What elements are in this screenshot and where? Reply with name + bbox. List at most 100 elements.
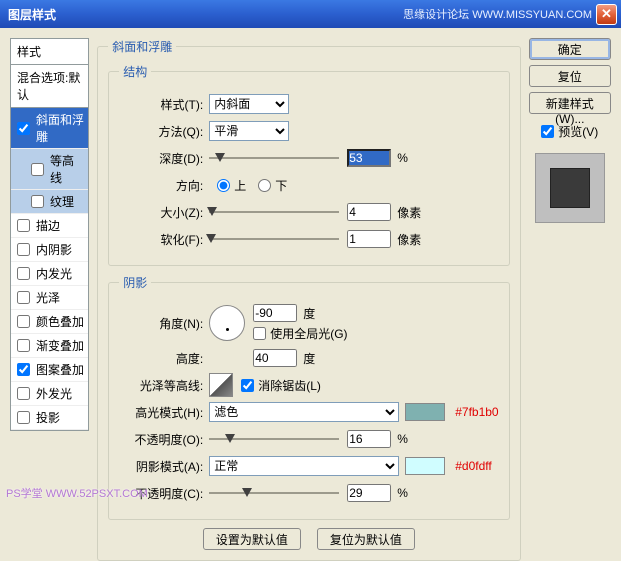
- technique-label: 方法(Q):: [119, 123, 209, 140]
- shadow-mode-select[interactable]: 正常: [209, 456, 399, 476]
- style-item-9[interactable]: 图案叠加: [11, 358, 88, 382]
- size-slider[interactable]: [209, 204, 339, 220]
- style-item-checkbox[interactable]: [31, 163, 44, 176]
- blend-options[interactable]: 混合选项:默认: [10, 65, 89, 108]
- sidebar-header: 样式: [10, 38, 89, 65]
- style-item-checkbox[interactable]: [31, 195, 44, 208]
- depth-slider[interactable]: [209, 150, 339, 166]
- shadow-color-swatch[interactable]: [405, 457, 445, 475]
- antialias-label: 消除锯齿(L): [258, 377, 321, 394]
- style-item-checkbox[interactable]: [17, 243, 30, 256]
- style-item-10[interactable]: 外发光: [11, 382, 88, 406]
- highlight-opacity-input[interactable]: [347, 430, 391, 448]
- style-item-label: 描边: [36, 217, 60, 234]
- bevel-emboss-group: 斜面和浮雕 结构 样式(T): 内斜面 方法(Q): 平滑 深度(D): %: [97, 38, 520, 561]
- style-item-checkbox[interactable]: [17, 267, 30, 280]
- style-item-label: 斜面和浮雕: [36, 111, 84, 145]
- highlight-opacity-label: 不透明度(O):: [119, 431, 209, 448]
- style-item-11[interactable]: 投影: [11, 406, 88, 430]
- highlight-hex: #7fb1b0: [455, 405, 498, 419]
- style-item-2[interactable]: 纹理: [11, 190, 88, 214]
- size-unit: 像素: [397, 204, 421, 221]
- highlight-opacity-slider[interactable]: [209, 431, 339, 447]
- style-item-label: 内发光: [36, 265, 72, 282]
- shadow-mode-label: 阴影模式(A):: [119, 458, 209, 475]
- angle-label: 角度(N):: [119, 315, 209, 332]
- preview-checkbox[interactable]: [541, 125, 554, 138]
- style-item-label: 渐变叠加: [36, 337, 84, 354]
- structure-legend: 结构: [119, 63, 151, 80]
- style-item-6[interactable]: 光泽: [11, 286, 88, 310]
- window-title: 图层样式: [8, 6, 56, 23]
- highlight-mode-select[interactable]: 滤色: [209, 402, 399, 422]
- style-item-label: 等高线: [50, 152, 84, 186]
- shading-legend: 阴影: [119, 274, 151, 291]
- shadow-opacity-slider[interactable]: [209, 485, 339, 501]
- group-title: 斜面和浮雕: [108, 38, 176, 55]
- preview-label: 预览(V): [558, 123, 598, 140]
- soften-label: 软化(F):: [119, 231, 209, 248]
- style-item-checkbox[interactable]: [17, 219, 30, 232]
- style-item-3[interactable]: 描边: [11, 214, 88, 238]
- direction-down-radio[interactable]: [258, 179, 271, 192]
- titlebar-credit: 思缘设计论坛 WWW.MISSYUAN.COM: [403, 6, 592, 22]
- angle-input[interactable]: [253, 304, 297, 322]
- depth-label: 深度(D):: [119, 150, 209, 167]
- preview-thumbnail: [535, 153, 605, 223]
- style-item-label: 外发光: [36, 385, 72, 402]
- style-select[interactable]: 内斜面: [209, 94, 289, 114]
- styles-sidebar: 样式 混合选项:默认 斜面和浮雕等高线纹理描边内阴影内发光光泽颜色叠加渐变叠加图…: [10, 38, 89, 499]
- style-item-1[interactable]: 等高线: [11, 149, 88, 190]
- highlight-color-swatch[interactable]: [405, 403, 445, 421]
- shading-group: 阴影 角度(N): 度 使用全局光(G): [108, 274, 509, 520]
- style-item-checkbox[interactable]: [17, 315, 30, 328]
- gloss-contour-label: 光泽等高线:: [119, 377, 209, 394]
- cancel-button[interactable]: 复位: [529, 65, 611, 87]
- altitude-label: 高度:: [119, 350, 209, 367]
- size-input[interactable]: [347, 203, 391, 221]
- style-item-label: 投影: [36, 409, 60, 426]
- highlight-mode-label: 高光模式(H):: [119, 404, 209, 421]
- global-light-label: 使用全局光(G): [270, 325, 347, 342]
- shadow-hex: #d0fdff: [455, 459, 491, 473]
- style-item-label: 纹理: [50, 193, 74, 210]
- structure-group: 结构 样式(T): 内斜面 方法(Q): 平滑 深度(D): % 方向:: [108, 63, 509, 266]
- size-label: 大小(Z):: [119, 204, 209, 221]
- style-item-checkbox[interactable]: [17, 411, 30, 424]
- soften-slider[interactable]: [209, 231, 339, 247]
- depth-input[interactable]: [347, 149, 391, 167]
- depth-unit: %: [397, 151, 408, 165]
- style-item-checkbox[interactable]: [17, 363, 30, 376]
- angle-wheel[interactable]: [209, 305, 245, 341]
- style-item-checkbox[interactable]: [17, 291, 30, 304]
- reset-default-button[interactable]: 复位为默认值: [317, 528, 415, 550]
- soften-input[interactable]: [347, 230, 391, 248]
- direction-label: 方向:: [119, 177, 209, 194]
- antialias-checkbox[interactable]: [241, 379, 254, 392]
- close-button[interactable]: ✕: [596, 4, 617, 25]
- style-label: 样式(T):: [119, 96, 209, 113]
- direction-up-radio[interactable]: [217, 179, 230, 192]
- new-style-button[interactable]: 新建样式(W)...: [529, 92, 611, 114]
- style-item-0[interactable]: 斜面和浮雕: [11, 108, 88, 149]
- style-item-checkbox[interactable]: [17, 122, 30, 135]
- technique-select[interactable]: 平滑: [209, 121, 289, 141]
- ok-button[interactable]: 确定: [529, 38, 611, 60]
- style-item-4[interactable]: 内阴影: [11, 238, 88, 262]
- soften-unit: 像素: [397, 231, 421, 248]
- title-bar: 图层样式 思缘设计论坛 WWW.MISSYUAN.COM ✕: [0, 0, 621, 28]
- style-item-label: 光泽: [36, 289, 60, 306]
- style-item-label: 图案叠加: [36, 361, 84, 378]
- global-light-checkbox[interactable]: [253, 327, 266, 340]
- style-item-7[interactable]: 颜色叠加: [11, 310, 88, 334]
- make-default-button[interactable]: 设置为默认值: [203, 528, 301, 550]
- style-item-checkbox[interactable]: [17, 387, 30, 400]
- style-item-checkbox[interactable]: [17, 339, 30, 352]
- watermark-left: PS学堂 WWW.52PSXT.COM: [6, 485, 148, 501]
- style-item-label: 内阴影: [36, 241, 72, 258]
- altitude-input[interactable]: [253, 349, 297, 367]
- shadow-opacity-input[interactable]: [347, 484, 391, 502]
- gloss-contour-picker[interactable]: [209, 373, 233, 397]
- style-item-5[interactable]: 内发光: [11, 262, 88, 286]
- style-item-8[interactable]: 渐变叠加: [11, 334, 88, 358]
